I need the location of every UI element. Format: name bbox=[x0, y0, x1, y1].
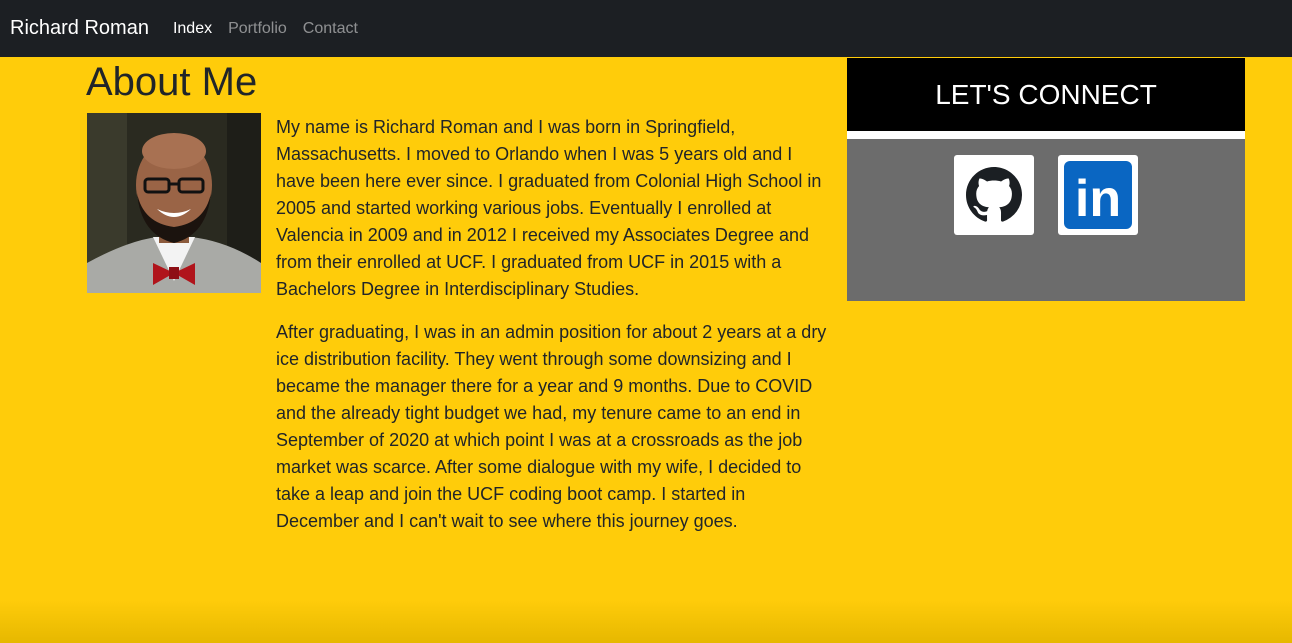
connect-panel: LET'S CONNECT in bbox=[847, 58, 1245, 301]
bio-paragraph-1: My name is Richard Roman and I was born … bbox=[276, 117, 822, 299]
bio-paragraph-2: After graduating, I was in an admin posi… bbox=[276, 322, 827, 531]
nav-link-contact[interactable]: Contact bbox=[303, 20, 358, 38]
bio-text: My name is Richard Roman and I was born … bbox=[276, 114, 828, 551]
nav-link-index[interactable]: Index bbox=[173, 20, 212, 38]
github-icon[interactable] bbox=[954, 155, 1034, 235]
connect-divider bbox=[847, 131, 1245, 139]
page-title: About Me bbox=[86, 60, 258, 104]
page-bottom-shade bbox=[0, 600, 1292, 643]
linkedin-icon[interactable]: in bbox=[1058, 155, 1138, 235]
navbar: Richard Roman Index Portfolio Contact bbox=[0, 0, 1292, 57]
linkedin-icon-text: in bbox=[1075, 170, 1121, 228]
social-icons: in bbox=[847, 155, 1245, 235]
brand-link[interactable]: Richard Roman bbox=[10, 17, 149, 40]
connect-heading: LET'S CONNECT bbox=[847, 58, 1245, 131]
profile-photo bbox=[87, 113, 261, 293]
nav-link-portfolio[interactable]: Portfolio bbox=[228, 20, 287, 38]
